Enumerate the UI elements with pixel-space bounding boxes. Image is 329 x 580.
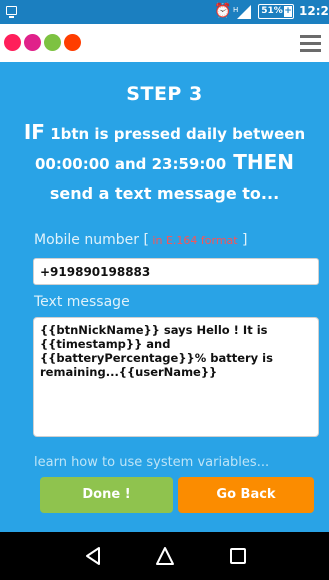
brand-dot-orange: [64, 34, 81, 51]
mobile-number-input[interactable]: +919890198883: [33, 258, 319, 285]
status-bar: ⏰ H 51% + 12:29: [0, 0, 329, 24]
signal-icon: H: [233, 5, 251, 19]
back-triangle-icon[interactable]: [84, 546, 102, 566]
if-keyword: IF: [23, 120, 45, 144]
battery-plus-icon: +: [284, 6, 292, 17]
rule-condition-line: IF 1btn is pressed daily between: [0, 120, 329, 144]
rule-time-line: 00:00:00 and 23:59:00 THEN: [0, 150, 329, 174]
text-message-label: Text message: [34, 294, 130, 310]
format-hint: in E.164 format: [148, 234, 238, 247]
go-back-button[interactable]: Go Back: [178, 477, 314, 513]
mobile-label-close: ]: [237, 232, 248, 248]
status-clock: 12:29: [299, 4, 329, 18]
alarm-icon: ⏰: [214, 3, 232, 19]
brand-dot-green: [44, 34, 61, 51]
home-circle-icon[interactable]: [155, 546, 175, 566]
recents-square-icon[interactable]: [230, 548, 246, 564]
brand-dot-magenta: [24, 34, 41, 51]
end-time: 23:59:00: [151, 155, 227, 173]
svg-text:H: H: [233, 6, 238, 14]
mobile-number-label: Mobile number [ in E.164 format ]: [34, 232, 248, 248]
screen-icon: [6, 6, 17, 18]
done-button[interactable]: Done !: [40, 477, 173, 513]
menu-icon[interactable]: [300, 35, 321, 52]
battery-percent: 51%: [261, 6, 283, 16]
android-navigation-bar: [0, 532, 329, 580]
step-title: STEP 3: [126, 83, 203, 105]
start-time: 00:00:00: [35, 155, 110, 173]
battery-icon: 51% +: [258, 4, 294, 19]
rule-action-line: send a text message to...: [49, 184, 280, 203]
text-message-input[interactable]: {{btnNickName}} says Hello ! It is {{tim…: [33, 317, 319, 437]
and-word: and: [109, 155, 152, 173]
condition-text: 1btn is pressed daily between: [44, 125, 306, 143]
brand-dot-pink: [4, 34, 21, 51]
mobile-label-text: Mobile number [: [34, 232, 149, 248]
app-header: [0, 24, 329, 62]
learn-system-variables-link[interactable]: learn how to use system variables...: [34, 455, 269, 470]
then-keyword: THEN: [226, 150, 294, 174]
